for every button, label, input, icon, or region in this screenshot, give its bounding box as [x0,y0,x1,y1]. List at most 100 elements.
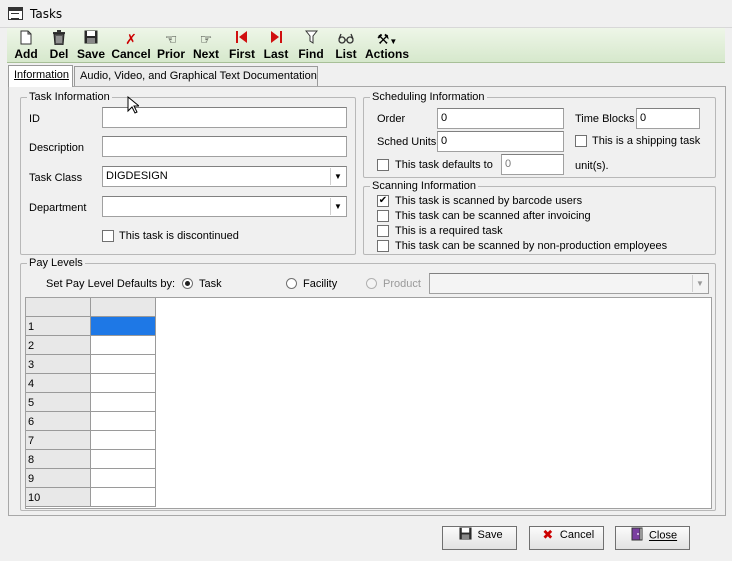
grid-row-header[interactable]: 10 [26,488,91,507]
grid-row-header[interactable]: 4 [26,374,91,393]
grid-column-header[interactable] [91,298,156,317]
last-button[interactable]: Last [262,28,290,63]
order-input[interactable]: 0 [437,108,564,129]
cross-icon: ✖ [542,527,554,542]
product-radio-label: Product [383,278,421,290]
task-radio[interactable] [182,278,193,289]
discontinued-checkbox[interactable] [102,230,114,242]
first-button[interactable]: First [226,28,258,63]
next-button[interactable]: ☞ Next [191,28,221,63]
grid-cell[interactable] [91,374,156,393]
pay-levels-legend: Pay Levels [27,257,85,269]
task-information-legend: Task Information [27,91,112,103]
discontinued-label: This task is discontinued [119,230,239,242]
defaults-to-label: This task defaults to [395,159,493,171]
first-record-icon [226,30,258,48]
window-icon [8,7,23,20]
scanned-by-barcode-checkbox[interactable]: ✔ [377,195,389,207]
door-exit-icon [628,527,646,544]
scanned-after-invoicing-checkbox[interactable] [377,210,389,222]
grid-cell[interactable] [91,317,156,336]
grid-cell[interactable] [91,450,156,469]
product-radio[interactable] [366,278,377,289]
grid-cell[interactable] [91,336,156,355]
chevron-down-icon[interactable]: ▼ [330,168,345,185]
pointing-hand-right-icon: ☞ [199,31,213,47]
grid-cell[interactable] [91,431,156,450]
grid-row-header[interactable]: 8 [26,450,91,469]
title-bar: Tasks [0,0,732,28]
grid-row-header[interactable]: 6 [26,412,91,431]
grid-row-header[interactable]: 2 [26,336,91,355]
task-class-value: DIGDESIGN [106,170,168,182]
find-button[interactable]: Find [297,28,325,63]
units-label: unit(s). [575,160,609,172]
chevron-down-icon[interactable]: ▼ [692,275,707,292]
save-button[interactable]: Save [442,526,517,550]
grid-corner-header [26,298,91,317]
chevron-down-icon[interactable]: ▼ [330,198,345,215]
tab-information[interactable]: Information [8,65,73,87]
add-button[interactable]: Add [11,28,41,63]
grid-row-header[interactable]: 3 [26,355,91,374]
list-button[interactable]: List [333,28,359,63]
cross-icon: ✗ [125,31,137,47]
tab-audio-video-documentation[interactable]: Audio, Video, and Graphical Text Documen… [74,66,318,86]
required-task-checkbox[interactable] [377,225,389,237]
window-title: Tasks [30,7,63,21]
grid-row-header[interactable]: 7 [26,431,91,450]
actions-button[interactable]: ⚒▼ Actions [364,28,410,63]
grid-cell[interactable] [91,393,156,412]
shipping-task-label: This is a shipping task [592,135,701,147]
grid-cell[interactable] [91,469,156,488]
pointing-hand-left-icon: ☜ [164,31,178,47]
description-input[interactable] [102,136,347,157]
scanning-information-group: Scanning Information ✔ This task is scan… [363,180,716,255]
facility-radio[interactable] [286,278,297,289]
scanned-after-invoicing-label: This task can be scanned after invoicing [395,210,591,222]
funnel-icon [297,30,325,48]
grid-row-header[interactable]: 9 [26,469,91,488]
required-task-label: This is a required task [395,225,503,237]
facility-radio-label: Facility [303,278,338,290]
task-class-select[interactable]: DIGDESIGN ▼ [102,166,347,187]
scheduling-information-group: Scheduling Information Order 0 Time Bloc… [363,91,716,178]
product-select[interactable]: ▼ [429,273,709,294]
task-class-label: Task Class [29,172,83,184]
order-label: Order [377,113,406,125]
pay-levels-grid[interactable]: 1 2 3 4 5 6 7 8 9 10 [25,297,712,509]
shipping-task-checkbox[interactable] [575,135,587,147]
prior-button[interactable]: ☜ Prior [155,28,187,63]
save-toolbar-button[interactable]: Save [76,28,106,63]
cancel-toolbar-button[interactable]: ✗ Cancel [111,28,151,63]
time-blocks-label: Time Blocks [575,113,635,125]
delete-button[interactable]: Del [45,28,73,63]
toolbar: Add Del Save ✗ Cancel ☜ Prior ☞ Next Fir… [7,28,725,63]
trash-icon [45,30,73,48]
non-production-scan-label: This task can be scanned by non-producti… [395,240,668,252]
close-button[interactable]: Close [615,526,690,550]
information-tab-page: Task Information ID Description Task Cla… [8,86,726,516]
task-information-group: Task Information ID Description Task Cla… [20,91,356,255]
last-record-icon [262,30,290,48]
floppy-disk-icon [76,30,106,48]
non-production-scan-checkbox[interactable] [377,240,389,252]
department-select[interactable]: ▼ [102,196,347,217]
grid-cell[interactable] [91,355,156,374]
defaults-to-checkbox[interactable] [377,159,389,171]
grid-cell[interactable] [91,412,156,431]
pay-level-defaults-label: Set Pay Level Defaults by: [46,278,176,290]
grid-row-header[interactable]: 5 [26,393,91,412]
grid-row-header[interactable]: 1 [26,317,91,336]
defaults-to-input[interactable]: 0 [501,154,564,175]
grid-cell[interactable] [91,488,156,507]
sched-units-input[interactable]: 0 [437,131,564,152]
description-label: Description [29,142,85,154]
sched-units-label: Sched Units [377,136,437,148]
time-blocks-input[interactable]: 0 [636,108,700,129]
scanned-by-barcode-label: This task is scanned by barcode users [395,195,583,207]
task-radio-label: Task [199,278,222,290]
dropdown-caret-icon: ▼ [389,37,398,46]
floppy-disk-icon [456,527,474,543]
cancel-button[interactable]: ✖ Cancel [529,526,604,550]
